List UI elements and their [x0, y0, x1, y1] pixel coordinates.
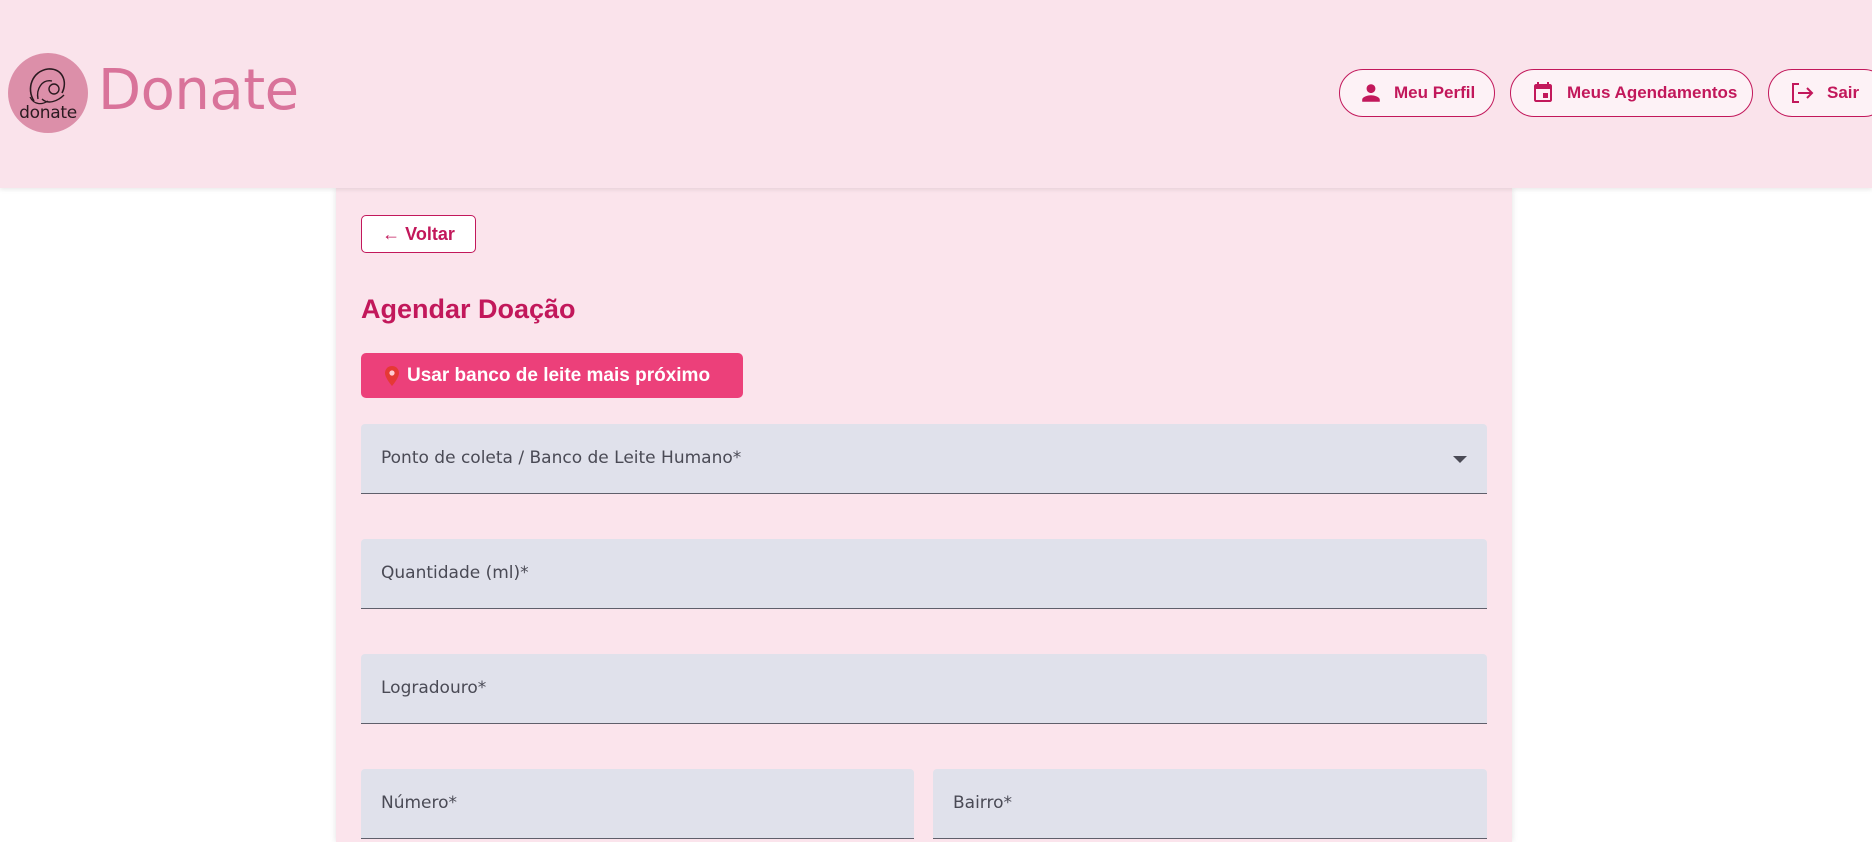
- my-profile-button[interactable]: Meu Perfil: [1339, 69, 1495, 117]
- calendar-icon: [1531, 81, 1555, 105]
- use-nearest-milk-bank-label: Usar banco de leite mais próximo: [407, 364, 711, 386]
- quantity-input[interactable]: Quantidade (ml)*: [361, 539, 1487, 609]
- collection-point-select[interactable]: Ponto de coleta / Banco de Leite Humano*: [361, 424, 1487, 494]
- my-profile-label: Meu Perfil: [1394, 83, 1476, 102]
- number-input[interactable]: Número*: [361, 769, 914, 839]
- quantity-label: Quantidade (ml)*: [381, 563, 529, 583]
- neighborhood-input[interactable]: Bairro*: [933, 769, 1487, 839]
- location-pin-icon: [385, 365, 399, 386]
- dropdown-arrow-icon: [1453, 456, 1467, 463]
- neighborhood-label: Bairro*: [953, 793, 1013, 813]
- logo-text: donate: [19, 103, 77, 123]
- street-label: Logradouro*: [381, 678, 487, 698]
- logout-button[interactable]: Sair: [1768, 69, 1872, 117]
- my-appointments-label: Meus Agendamentos: [1567, 83, 1738, 102]
- street-input[interactable]: Logradouro*: [361, 654, 1487, 724]
- collection-point-label: Ponto de coleta / Banco de Leite Humano*: [381, 448, 742, 468]
- person-icon: [1360, 82, 1382, 104]
- page-title: Agendar Doação: [361, 294, 576, 324]
- logout-icon: [1789, 81, 1815, 105]
- number-label: Número*: [381, 793, 458, 813]
- my-appointments-button[interactable]: Meus Agendamentos: [1510, 69, 1753, 117]
- top-header: donate Donate Meu Perfil Meus Agendament…: [0, 0, 1872, 188]
- logo[interactable]: donate: [8, 53, 88, 133]
- back-button[interactable]: ← Voltar: [361, 215, 476, 253]
- logout-label: Sair: [1827, 83, 1860, 102]
- donation-form-card: ← Voltar Agendar Doação Usar banco de le…: [336, 188, 1512, 842]
- use-nearest-milk-bank-button[interactable]: Usar banco de leite mais próximo: [361, 353, 743, 398]
- brand-name[interactable]: Donate: [98, 56, 299, 126]
